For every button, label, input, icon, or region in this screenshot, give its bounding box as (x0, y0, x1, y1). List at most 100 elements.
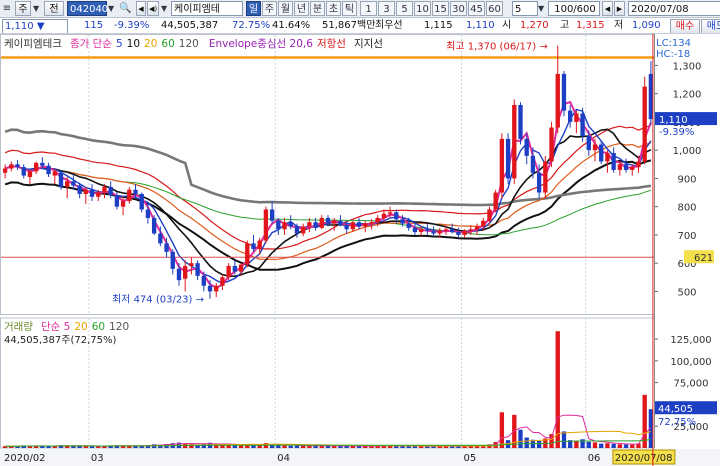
candle-body (580, 113, 585, 137)
speaker-icon[interactable]: ◀) (147, 1, 159, 16)
candle-body (46, 165, 51, 175)
y-tick-label: 125,000 (670, 335, 711, 346)
candle-body (201, 275, 206, 286)
tab-period-일[interactable]: 일 (246, 1, 261, 16)
tab-period-분[interactable]: 분 (310, 1, 325, 16)
current-price: 1,110 ▼ (2, 19, 68, 33)
prev-stock-icon[interactable]: ◀ (136, 1, 146, 16)
cursor-date-label: 2020/07/08 (615, 453, 673, 464)
candle-body (487, 209, 492, 221)
candle-body (425, 229, 430, 231)
candle-body (102, 186, 107, 193)
stock-chart[interactable]: 5006007008009001,0001,1001,2001,300케이피엠테… (0, 34, 720, 466)
nav-toggle[interactable]: 전 (44, 1, 64, 16)
volume-bar (83, 446, 89, 448)
candle-body (356, 222, 362, 227)
candle-body (406, 223, 411, 228)
quote-bar: 1,110 ▼ 115 -9.39% 44,505,387 72.75% 41.… (0, 18, 720, 34)
candle-body (15, 164, 20, 168)
legend-item: 20 (144, 38, 157, 50)
volume-bar (586, 441, 591, 448)
tab-period-틱[interactable]: 틱 (342, 1, 357, 16)
candle-body (394, 212, 399, 220)
candle-body (456, 232, 461, 235)
high-annotation: 최고 1,370 (06/17) → (446, 41, 548, 53)
zoom-in-icon[interactable]: ▶ (614, 1, 625, 16)
tab-interval-60[interactable]: 60 (486, 1, 503, 16)
buy-button[interactable]: 매수 (670, 19, 700, 33)
candle (518, 102, 523, 145)
tab-period-년[interactable]: 년 (294, 1, 309, 16)
date-field[interactable]: 2020/07/08 (628, 1, 720, 16)
tab-interval-45[interactable]: 45 (468, 1, 485, 16)
x-tick-label: 2020/02 (4, 453, 46, 464)
candle-body (176, 268, 182, 281)
x-tick-label: 04 (277, 453, 290, 464)
tab-interval-30[interactable]: 30 (450, 1, 467, 16)
volume-bar (518, 429, 523, 448)
menu-icon[interactable]: ≡ (1, 1, 13, 16)
candle-body (437, 230, 442, 234)
volume-bar (40, 446, 45, 448)
tab-period-초[interactable]: 초 (326, 1, 341, 16)
zoom-out-icon[interactable]: ◀ (602, 1, 613, 16)
stock-name-field[interactable]: 케이피엠테 (171, 1, 243, 16)
candle-body (642, 86, 647, 162)
tab-interval-15[interactable]: 15 (432, 1, 449, 16)
chart-toolbar: ≡ 주 ▼ 전 042040 ▼ 🔍 ◀ ◀) ▼ 케이피엠테 일주월년분초틱 … (0, 0, 720, 18)
candle-body (586, 136, 591, 151)
tab-interval-1[interactable]: 1 (360, 1, 377, 16)
trade-value: 51,867백만 (322, 20, 376, 31)
volume-legend-item: 120 (109, 321, 129, 333)
volume-bar (524, 437, 529, 448)
count-select[interactable]: 5 (512, 1, 538, 16)
candle-body (108, 186, 113, 196)
tab-interval-10[interactable]: 10 (414, 1, 431, 16)
candle (493, 189, 498, 213)
candle-body (220, 277, 225, 286)
legend-item: 60 (161, 38, 174, 50)
candle-body (512, 104, 517, 179)
mode-selector[interactable]: 주 (15, 1, 31, 16)
candle-body (443, 229, 449, 231)
candle-body (350, 222, 356, 230)
candle-body (151, 217, 157, 234)
y-tick-label: 100,000 (670, 357, 711, 368)
stock-code-input[interactable]: 042040 (67, 1, 108, 16)
volume-bar (617, 444, 623, 448)
candle-body (214, 285, 219, 292)
candle-body (257, 240, 262, 250)
candle-body (418, 229, 424, 233)
candle-body (170, 251, 175, 269)
x-axis: 2020/02 03 04 05 06 2020/07/08 (0, 449, 720, 466)
candle-body (164, 243, 169, 252)
volume-bar (630, 444, 635, 448)
candle-body (183, 265, 188, 279)
candle-body (530, 155, 536, 173)
volume-legend-item: 단순 5 (41, 321, 70, 333)
volume-bar (605, 443, 610, 448)
candle (505, 133, 511, 185)
chevron-down-icon[interactable]: ▼ (33, 1, 41, 16)
volume-bar (623, 444, 629, 448)
high-value: 1,315 (576, 20, 605, 31)
chevron-down-icon[interactable]: ▼ (108, 1, 117, 16)
chevron-down-icon[interactable]: ▼ (538, 1, 546, 16)
x-tick-label: 03 (91, 453, 104, 464)
tab-interval-3[interactable]: 3 (378, 1, 395, 16)
volume-header-value: 44,505,387주(72,75%) (4, 335, 116, 346)
y-tick-label: 800 (677, 203, 696, 214)
tab-period-주[interactable]: 주 (262, 1, 277, 16)
sell-button[interactable]: 매도 (701, 19, 720, 33)
down-arrow-icon: ▼ (36, 21, 45, 32)
search-icon[interactable]: 🔍 (119, 1, 133, 16)
tab-period-월[interactable]: 월 (278, 1, 293, 16)
candle-body (611, 152, 616, 170)
chevron-down-icon[interactable]: ▼ (161, 1, 169, 16)
side-label: HC:-18 (656, 49, 690, 60)
candle-body (524, 138, 529, 156)
candle-body (474, 226, 480, 230)
low-value: 1,090 (632, 20, 661, 31)
low-label: 저 (614, 20, 624, 31)
tab-interval-5[interactable]: 5 (396, 1, 413, 16)
